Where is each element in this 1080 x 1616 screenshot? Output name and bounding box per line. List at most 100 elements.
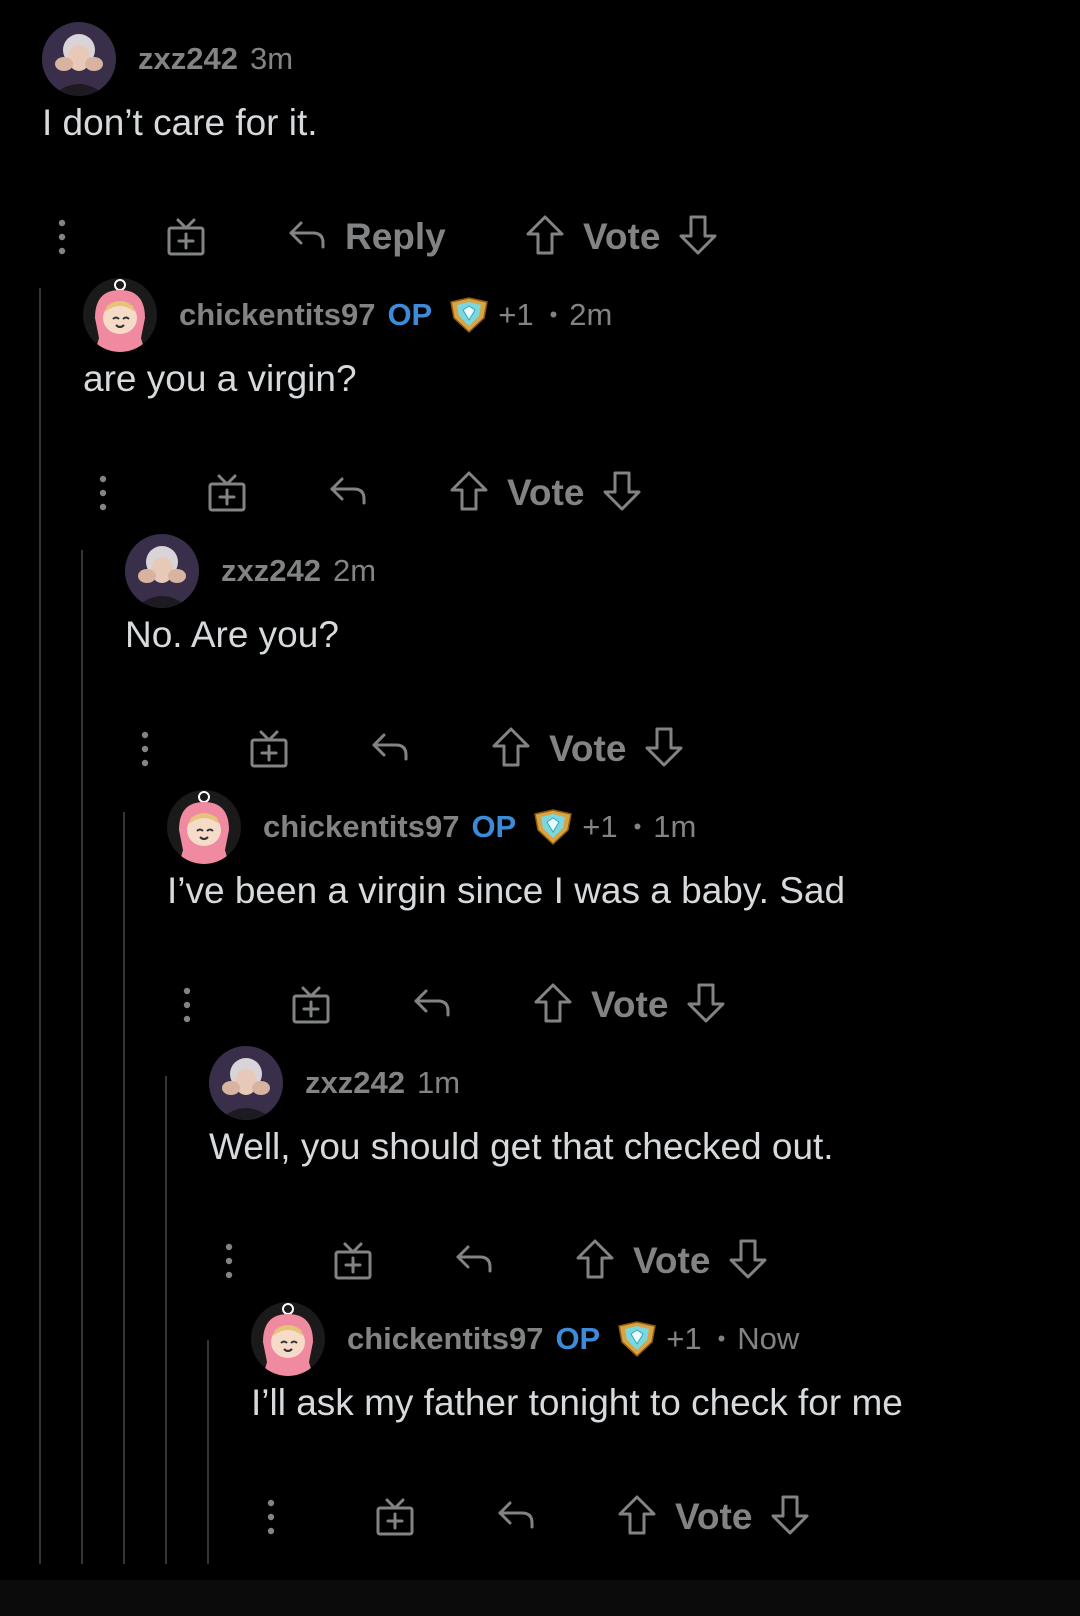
comment: zxz242 2m No. Are you? Vote xyxy=(125,534,1080,794)
downvote-arrow-icon[interactable] xyxy=(602,470,642,517)
reply-arrow-icon xyxy=(328,475,368,512)
comment-action-bar: Vote xyxy=(83,463,843,523)
timestamp: 2m xyxy=(569,297,613,332)
thread-line-level-5[interactable] xyxy=(207,1340,209,1564)
more-options-icon[interactable] xyxy=(221,1231,237,1291)
avatar[interactable] xyxy=(251,1302,325,1376)
timestamp: 1m xyxy=(416,1065,461,1100)
downvote-arrow-icon[interactable] xyxy=(678,214,718,261)
avatar[interactable] xyxy=(167,790,241,864)
username[interactable]: chickentits97 xyxy=(179,297,375,333)
vote-controls: Vote xyxy=(533,975,726,1035)
more-options-icon[interactable] xyxy=(263,1487,279,1547)
gift-award-icon[interactable] xyxy=(247,719,291,779)
comment-text: I’ve been a virgin since I was a baby. S… xyxy=(167,870,846,911)
username[interactable]: chickentits97 xyxy=(347,1321,543,1357)
comment-action-bar: Vote xyxy=(125,719,885,779)
bottom-bar xyxy=(0,1580,1080,1616)
shield-gem-award-icon[interactable] xyxy=(616,1320,658,1358)
comment: zxz242 3m I don’t care for it. Reply Vot… xyxy=(42,22,1080,282)
timestamp: 2m xyxy=(332,553,377,588)
reply-button[interactable] xyxy=(370,719,410,779)
more-options-icon[interactable] xyxy=(137,719,153,779)
vote-count: Vote xyxy=(507,472,585,513)
comment-header: zxz242 2m xyxy=(125,534,376,608)
pink-hooded-character-avatar-icon xyxy=(83,278,157,352)
upvote-arrow-icon[interactable] xyxy=(617,1494,657,1541)
comment-action-bar: Vote xyxy=(251,1487,1011,1547)
elderly-woman-avatar-icon xyxy=(125,534,199,608)
elderly-woman-avatar-icon xyxy=(42,22,116,96)
thread-line-level-3[interactable] xyxy=(123,812,125,1564)
avatar[interactable] xyxy=(83,278,157,352)
vote-controls: Vote xyxy=(449,463,642,523)
downvote-arrow-icon[interactable] xyxy=(644,726,684,773)
separator-dot: • xyxy=(549,302,558,327)
reply-label: Reply xyxy=(345,216,446,257)
downvote-arrow-icon[interactable] xyxy=(770,1494,810,1541)
vote-count: Vote xyxy=(633,1240,711,1281)
vote-controls: Vote xyxy=(525,207,718,267)
comment: zxz242 1m Well, you should get that chec… xyxy=(209,1046,1080,1306)
vote-controls: Vote xyxy=(617,1487,810,1547)
reply-arrow-icon xyxy=(454,1243,494,1280)
op-badge: OP xyxy=(555,1321,601,1356)
reply-button[interactable]: Reply xyxy=(287,207,446,267)
timestamp: Now xyxy=(737,1321,800,1356)
timestamp: 1m xyxy=(653,809,697,844)
comment-header: chickentits97 OP +1 • 2m xyxy=(83,278,612,352)
more-options-icon[interactable] xyxy=(54,207,70,267)
comment-header: chickentits97 OP +1 • Now xyxy=(251,1302,799,1376)
comment-text: are you a virgin? xyxy=(83,358,357,399)
shield-gem-award-icon[interactable] xyxy=(448,296,490,334)
upvote-arrow-icon[interactable] xyxy=(491,726,531,773)
award-count: +1 xyxy=(666,1321,702,1356)
username[interactable]: chickentits97 xyxy=(263,809,459,845)
more-options-icon[interactable] xyxy=(179,975,195,1035)
avatar[interactable] xyxy=(42,22,116,96)
thread-line-level-1[interactable] xyxy=(39,288,41,1564)
more-options-icon[interactable] xyxy=(95,463,111,523)
username[interactable]: zxz242 xyxy=(305,1065,405,1101)
vote-count: Vote xyxy=(591,984,669,1025)
username[interactable]: zxz242 xyxy=(221,553,321,589)
elderly-woman-avatar-icon xyxy=(209,1046,283,1120)
award-count: +1 xyxy=(582,809,618,844)
username[interactable]: zxz242 xyxy=(138,41,238,77)
gift-award-icon[interactable] xyxy=(164,207,208,267)
reply-arrow-icon xyxy=(287,219,327,256)
pink-hooded-character-avatar-icon xyxy=(167,790,241,864)
comment: chickentits97 OP +1 • 2m are you a virgi… xyxy=(83,278,1080,538)
gift-award-icon[interactable] xyxy=(289,975,333,1035)
gift-award-icon[interactable] xyxy=(331,1231,375,1291)
gift-award-icon[interactable] xyxy=(205,463,249,523)
reply-button[interactable] xyxy=(496,1487,536,1547)
avatar[interactable] xyxy=(125,534,199,608)
shield-gem-award-icon[interactable] xyxy=(532,808,574,846)
upvote-arrow-icon[interactable] xyxy=(533,982,573,1029)
pink-hooded-character-avatar-icon xyxy=(251,1302,325,1376)
vote-count: Vote xyxy=(675,1496,753,1537)
downvote-arrow-icon[interactable] xyxy=(728,1238,768,1285)
comment-text: I’ll ask my father tonight to check for … xyxy=(251,1382,903,1423)
separator-dot: • xyxy=(717,1326,726,1351)
reply-button[interactable] xyxy=(412,975,452,1035)
gift-award-icon[interactable] xyxy=(373,1487,417,1547)
upvote-arrow-icon[interactable] xyxy=(449,470,489,517)
reply-arrow-icon xyxy=(370,731,410,768)
thread-line-level-2[interactable] xyxy=(81,550,83,1564)
comment-text: Well, you should get that checked out. xyxy=(209,1126,834,1167)
upvote-arrow-icon[interactable] xyxy=(525,214,565,261)
thread-line-level-4[interactable] xyxy=(165,1076,167,1564)
reply-button[interactable] xyxy=(328,463,368,523)
vote-controls: Vote xyxy=(575,1231,768,1291)
comment-header: zxz242 3m xyxy=(42,22,293,96)
downvote-arrow-icon[interactable] xyxy=(686,982,726,1029)
comment: chickentits97 OP +1 • 1m I’ve been a vir… xyxy=(167,790,1080,1050)
op-badge: OP xyxy=(471,809,517,844)
upvote-arrow-icon[interactable] xyxy=(575,1238,615,1285)
avatar[interactable] xyxy=(209,1046,283,1120)
comment-action-bar: Vote xyxy=(209,1231,969,1291)
comment-action-bar: Vote xyxy=(167,975,927,1035)
reply-button[interactable] xyxy=(454,1231,494,1291)
